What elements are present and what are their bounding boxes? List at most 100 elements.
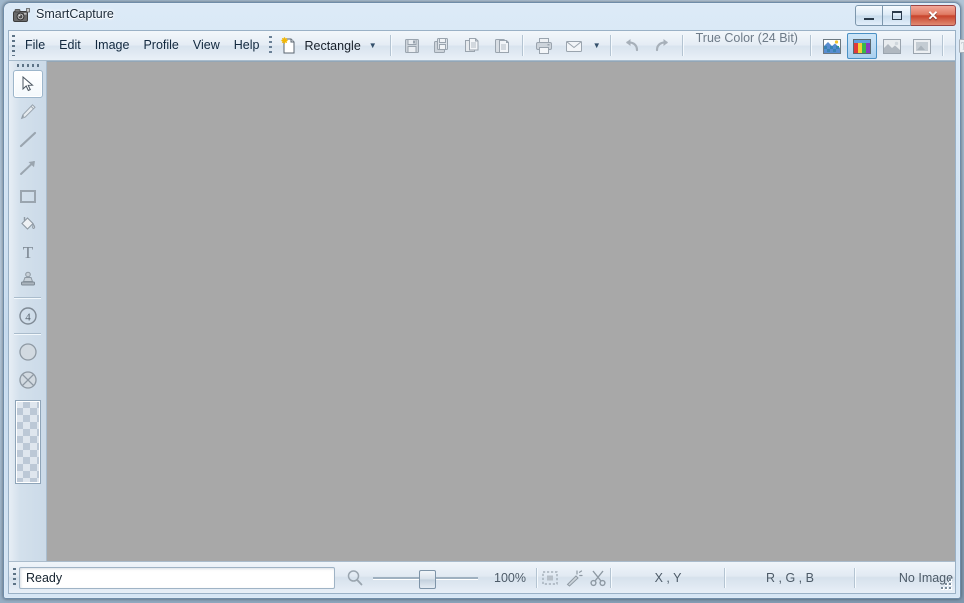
maximize-button[interactable] [883, 5, 911, 26]
application-window: SmartCapture ✕ File Edit [0, 0, 964, 603]
arrow-cursor-icon [20, 76, 36, 92]
palette-separator [14, 297, 41, 299]
status-message: Ready [19, 567, 335, 589]
new-capture-icon [278, 35, 300, 57]
pencil-tool[interactable] [13, 98, 43, 126]
tool-palette-gripper[interactable] [9, 61, 46, 70]
crop-button[interactable] [586, 567, 610, 589]
close-icon: ✕ [928, 9, 939, 22]
window-title: SmartCapture [36, 7, 114, 21]
monochrome-view-button[interactable] [907, 33, 937, 59]
zoom-level-label: 100% [484, 571, 536, 585]
rectangle-icon [19, 189, 37, 204]
color-image-icon [851, 35, 873, 57]
svg-text:4: 4 [25, 312, 31, 324]
fill-tool[interactable] [13, 210, 43, 238]
capture-mode-button[interactable]: Rectangle ▼ [274, 33, 384, 59]
color-depth-label: True Color (24 Bit) [689, 31, 805, 60]
line-tool[interactable] [13, 126, 43, 154]
menu-item-view[interactable]: View [186, 34, 227, 56]
transparency-image-icon [821, 35, 843, 57]
toolbar-separator [390, 35, 392, 56]
toolbar-gripper[interactable] [266, 31, 274, 60]
tool-palette: T [9, 61, 47, 561]
toolbar-separator [810, 35, 812, 56]
minimize-icon [864, 18, 874, 20]
window-controls: ✕ [855, 5, 956, 26]
paste-button[interactable] [487, 33, 517, 59]
text-tool[interactable]: T [13, 238, 43, 266]
zoom-slider-thumb[interactable] [419, 570, 436, 589]
magnifier-icon[interactable] [343, 567, 367, 589]
send-options-chevron-icon[interactable]: ▼ [589, 31, 605, 60]
envelope-icon [563, 35, 585, 57]
arrow-icon [19, 159, 37, 177]
text-t-icon: T [19, 243, 37, 261]
menu-and-toolbar: File Edit Image Profile View Help [9, 31, 955, 61]
step-number-tool[interactable]: 4 [13, 302, 43, 330]
color-view-button[interactable] [847, 33, 877, 59]
main-window-frame: SmartCapture ✕ File Edit [3, 2, 961, 599]
client-area: File Edit Image Profile View Help [8, 30, 956, 594]
rectangle-tool[interactable] [13, 182, 43, 210]
rubber-stamp-icon [19, 271, 37, 289]
save-as-button[interactable] [427, 33, 457, 59]
circle-icon [18, 342, 38, 362]
rgb-label: R , G , B [726, 571, 854, 585]
capture-mode-label: Rectangle [300, 39, 364, 53]
redo-arrow-icon [651, 35, 673, 57]
crossed-circle-icon [18, 370, 38, 390]
minimize-button[interactable] [855, 5, 883, 26]
status-bar: Ready 100% [9, 561, 955, 593]
transparency-view-button[interactable] [817, 33, 847, 59]
menu-item-file[interactable]: File [18, 34, 52, 56]
magic-wand-button[interactable] [562, 567, 586, 589]
zoom-slider[interactable] [373, 569, 478, 587]
status-gripper[interactable] [9, 568, 19, 588]
close-button[interactable]: ✕ [911, 5, 956, 26]
numbered-circle-4-icon: 4 [18, 306, 38, 326]
resize-grip[interactable] [939, 577, 952, 590]
menu-item-edit[interactable]: Edit [52, 34, 88, 56]
undo-arrow-icon [621, 35, 643, 57]
clipboard-icon [491, 35, 513, 57]
title-bar[interactable]: SmartCapture ✕ [4, 3, 960, 30]
save-button[interactable] [397, 33, 427, 59]
select-tool[interactable] [13, 70, 43, 98]
toolbar-separator [942, 35, 944, 56]
paint-bucket-icon [19, 215, 37, 233]
printer-icon [533, 35, 555, 57]
arrow-tool[interactable] [13, 154, 43, 182]
floppy-disk-icon [401, 35, 423, 57]
menubar-gripper[interactable] [9, 31, 18, 60]
coordinates-label: X , Y [612, 571, 724, 585]
print-button[interactable] [529, 33, 559, 59]
text-box-icon: T [953, 35, 964, 57]
stamp-tool[interactable] [13, 266, 43, 294]
maximize-icon [892, 11, 902, 20]
email-button[interactable] [559, 33, 589, 59]
menu-item-profile[interactable]: Profile [136, 34, 185, 56]
copy-pages-icon [461, 35, 483, 57]
svg-text:T: T [22, 243, 33, 261]
crossed-circle-tool[interactable] [13, 366, 43, 394]
ellipse-tool[interactable] [13, 338, 43, 366]
redo-button[interactable] [647, 33, 677, 59]
toolbar-separator [522, 35, 524, 56]
copy-button[interactable] [457, 33, 487, 59]
chevron-down-icon[interactable]: ▼ [365, 42, 381, 50]
transparency-color-swatch[interactable] [15, 400, 41, 484]
menu-item-help[interactable]: Help [227, 34, 267, 56]
menu-item-image[interactable]: Image [88, 34, 137, 56]
selection-marquee-button[interactable] [538, 567, 562, 589]
palette-separator [14, 333, 41, 335]
save-copy-icon [431, 35, 453, 57]
grayscale-view-button[interactable] [877, 33, 907, 59]
text-annotation-button[interactable]: T [949, 33, 964, 59]
camera-icon [13, 8, 30, 23]
toolbar-separator [682, 35, 684, 56]
undo-button[interactable] [617, 33, 647, 59]
monochrome-image-icon [911, 35, 933, 57]
menu-bar: File Edit Image Profile View Help [18, 31, 266, 60]
image-canvas[interactable] [47, 61, 955, 561]
